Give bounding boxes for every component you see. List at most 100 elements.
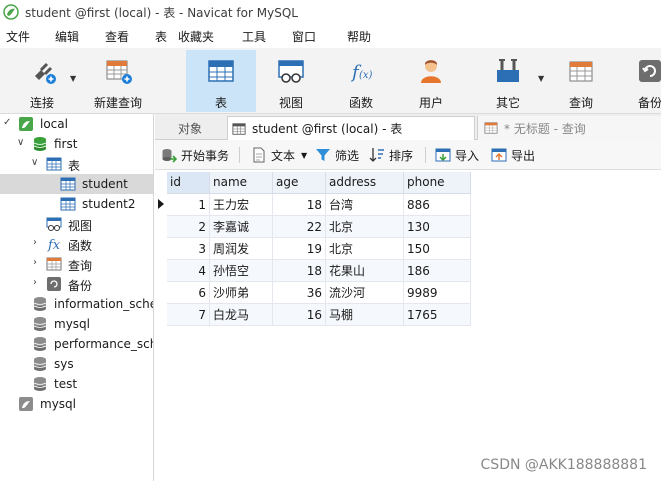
navigation-tree: ✓ local ∨ first ∨ 表 student student2 视图 … bbox=[0, 114, 154, 481]
tab-objects[interactable]: 对象 bbox=[155, 116, 225, 140]
menu-edit[interactable]: 编辑 bbox=[55, 28, 79, 45]
tree-item-local[interactable]: ✓ local bbox=[0, 114, 153, 134]
filter-label: 筛选 bbox=[335, 148, 360, 163]
table-cell[interactable]: 3 bbox=[167, 238, 210, 260]
sort-button[interactable]: 排序 bbox=[369, 147, 413, 163]
text-button[interactable]: 文本 ▼ bbox=[251, 147, 307, 163]
table-cell[interactable]: 花果山 bbox=[326, 260, 404, 282]
tab-label: 对象 bbox=[177, 121, 202, 136]
table-cell[interactable]: 孙悟空 bbox=[210, 260, 273, 282]
tree-item-first[interactable]: ∨ first bbox=[0, 134, 153, 154]
table-cell[interactable]: 22 bbox=[273, 216, 326, 238]
toolbar-new-query-button[interactable]: 新建查询 bbox=[90, 50, 146, 112]
table-cell[interactable]: 王力宏 bbox=[210, 194, 273, 216]
table-cell[interactable]: 186 bbox=[404, 260, 471, 282]
column-header-address[interactable]: address bbox=[326, 172, 404, 194]
tab-student-table[interactable]: student @first (local) - 表 bbox=[227, 116, 475, 140]
tree-item-test[interactable]: test bbox=[0, 374, 153, 394]
chevron-down-icon[interactable]: ▼ bbox=[70, 74, 76, 83]
chevron-down-icon[interactable]: ▼ bbox=[538, 74, 544, 83]
chevron-down-icon[interactable]: ∨ bbox=[31, 157, 38, 168]
tree-item-views[interactable]: 视图 bbox=[0, 214, 153, 234]
table-cell[interactable]: 19 bbox=[273, 238, 326, 260]
view-icon bbox=[46, 217, 62, 231]
menu-view[interactable]: 查看 bbox=[105, 28, 129, 45]
table-cell[interactable]: 18 bbox=[273, 260, 326, 282]
table-cell[interactable]: 流沙河 bbox=[326, 282, 404, 304]
toolbar-user-button[interactable]: 用户 bbox=[406, 50, 456, 112]
import-button[interactable]: 导入 bbox=[435, 147, 479, 163]
table-cell[interactable]: 16 bbox=[273, 304, 326, 326]
toolbar-view-button[interactable]: 视图 bbox=[266, 50, 316, 112]
table-cell[interactable]: 白龙马 bbox=[210, 304, 273, 326]
chevron-down-icon[interactable]: ▼ bbox=[301, 151, 307, 160]
table-cell[interactable]: 150 bbox=[404, 238, 471, 260]
toolbar-query-button[interactable]: 查询 bbox=[556, 50, 606, 112]
column-header-name[interactable]: name bbox=[210, 172, 273, 194]
column-header-id[interactable]: id bbox=[167, 172, 210, 194]
toolbar-backup-button[interactable]: 备份 bbox=[630, 50, 661, 112]
chevron-right-icon[interactable]: › bbox=[33, 257, 37, 268]
tab-untitled-query[interactable]: * 无标题 - 查询 bbox=[477, 116, 661, 140]
tree-item-mysql-db[interactable]: mysql bbox=[0, 314, 153, 334]
chevron-right-icon[interactable]: › bbox=[33, 277, 37, 288]
tree-item-backups[interactable]: › 备份 bbox=[0, 274, 153, 294]
table-cell[interactable]: 6 bbox=[167, 282, 210, 304]
export-button[interactable]: 导出 bbox=[491, 147, 535, 163]
table-icon bbox=[60, 177, 76, 191]
tree-item-student[interactable]: student bbox=[0, 174, 153, 194]
column-header-phone[interactable]: phone bbox=[404, 172, 471, 194]
tree-item-label: test bbox=[54, 377, 78, 391]
table-cell[interactable]: 北京 bbox=[326, 216, 404, 238]
toolbar-user-label: 用户 bbox=[418, 96, 443, 110]
begin-transaction-button[interactable]: 开始事务 bbox=[161, 147, 229, 163]
table-cell[interactable]: 7 bbox=[167, 304, 210, 326]
column-header-age[interactable]: age bbox=[273, 172, 326, 194]
chevron-down-icon[interactable]: ✓ bbox=[3, 117, 11, 128]
tree-item-functions[interactable]: › fx 函数 bbox=[0, 234, 153, 254]
table-cell[interactable]: 1 bbox=[167, 194, 210, 216]
table-cell[interactable]: 李嘉诚 bbox=[210, 216, 273, 238]
tree-item-information-schema[interactable]: information_sche bbox=[0, 294, 153, 314]
toolbar-table-button[interactable]: 表 bbox=[186, 50, 256, 112]
table-cell[interactable]: 130 bbox=[404, 216, 471, 238]
table-cell[interactable]: 9989 bbox=[404, 282, 471, 304]
main-toolbar: 连接 ▼ 新建查询 表 视图 f (x) 函数 用户 其它 ▼ 查询 备份 bbox=[0, 48, 661, 114]
table-cell[interactable]: 2 bbox=[167, 216, 210, 238]
chevron-down-icon[interactable]: ∨ bbox=[17, 137, 24, 148]
filter-button[interactable]: 筛选 bbox=[315, 147, 359, 163]
menu-help[interactable]: 帮助 bbox=[347, 28, 371, 45]
menu-file[interactable]: 文件 bbox=[6, 28, 30, 45]
toolbar-others-button[interactable]: 其它 ▼ bbox=[480, 50, 544, 112]
toolbar-query-label: 查询 bbox=[568, 96, 593, 110]
menu-table[interactable]: 表 bbox=[155, 28, 167, 45]
menu-window[interactable]: 窗口 bbox=[292, 28, 316, 45]
tree-item-queries[interactable]: › 查询 bbox=[0, 254, 153, 274]
table-cell[interactable]: 周润发 bbox=[210, 238, 273, 260]
table-cell[interactable]: 沙师弟 bbox=[210, 282, 273, 304]
tools-icon bbox=[497, 59, 519, 82]
table-cell[interactable]: 18 bbox=[273, 194, 326, 216]
title-bar: student @first (local) - 表 - Navicat for… bbox=[0, 0, 661, 24]
tree-item-mysql-connection[interactable]: mysql bbox=[0, 394, 153, 414]
chevron-right-icon[interactable]: › bbox=[33, 237, 37, 248]
tree-item-sys[interactable]: sys bbox=[0, 354, 153, 374]
table-cell[interactable]: 北京 bbox=[326, 238, 404, 260]
table-cell[interactable]: 36 bbox=[273, 282, 326, 304]
begin-transaction-label: 开始事务 bbox=[181, 148, 230, 163]
tree-item-label: first bbox=[54, 137, 78, 151]
navicat-logo-icon bbox=[3, 4, 19, 20]
menu-favorites[interactable]: 收藏夹 bbox=[178, 28, 214, 45]
toolbar-new-query-label: 新建查询 bbox=[93, 96, 142, 110]
table-cell[interactable]: 886 bbox=[404, 194, 471, 216]
menu-tools[interactable]: 工具 bbox=[242, 28, 266, 45]
table-cell[interactable]: 台湾 bbox=[326, 194, 404, 216]
toolbar-connection-button[interactable]: 连接 ▼ bbox=[14, 50, 76, 112]
toolbar-function-button[interactable]: f (x) 函数 bbox=[336, 50, 386, 112]
table-cell[interactable]: 4 bbox=[167, 260, 210, 282]
table-cell[interactable]: 1765 bbox=[404, 304, 471, 326]
tree-item-performance-schema[interactable]: performance_sch bbox=[0, 334, 153, 354]
tree-item-tables[interactable]: ∨ 表 bbox=[0, 154, 153, 174]
table-cell[interactable]: 马棚 bbox=[326, 304, 404, 326]
tree-item-student2[interactable]: student2 bbox=[0, 194, 153, 214]
